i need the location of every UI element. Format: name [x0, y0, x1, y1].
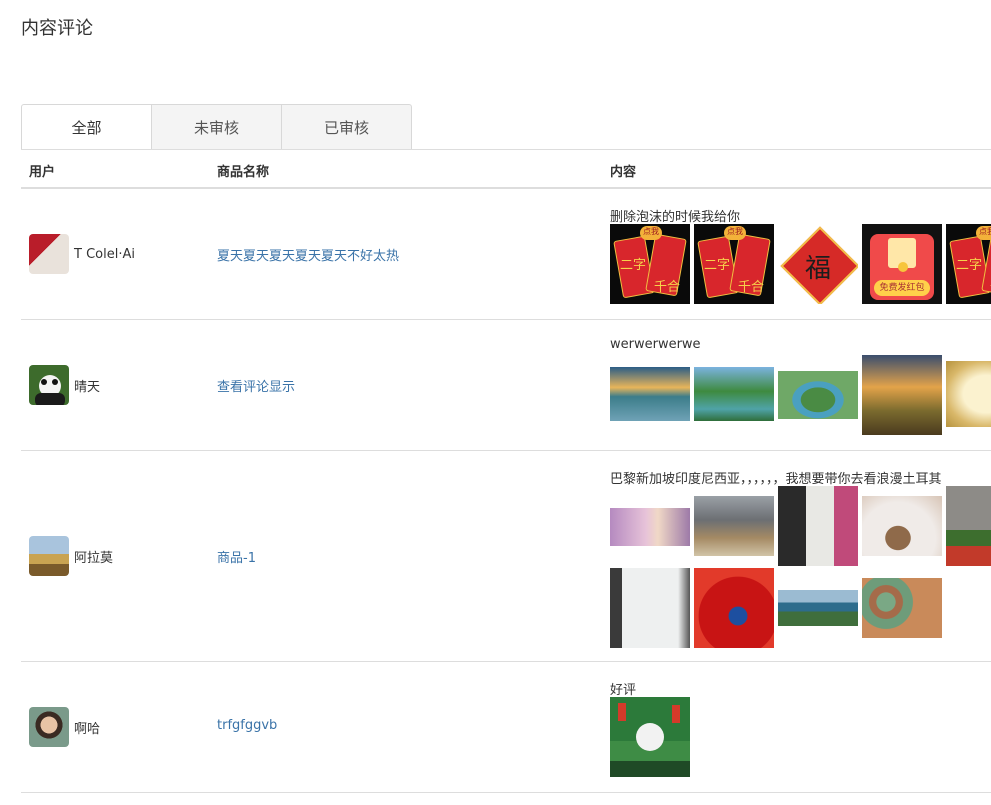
- tab-reviewed[interactable]: 已审核: [281, 104, 412, 149]
- user-name: 阿拉莫: [74, 550, 114, 566]
- comment-image[interactable]: [610, 367, 690, 421]
- comment-images: 点我 二字 千合 点我 二字 千合 福 免费发红包 点 二字: [610, 224, 991, 306]
- comments-table: 用户 商品名称 内容 T Colel·Ai 夏天夏天夏天夏天夏天不好太热 删除泡…: [21, 149, 991, 793]
- comment-image[interactable]: 点我 二字 千合: [694, 224, 774, 304]
- table-row: T Colel·Ai 夏天夏天夏天夏天夏天不好太热 删除泡沫的时候我给你 点我 …: [21, 189, 991, 320]
- comment-image[interactable]: 免费发红包: [862, 224, 942, 304]
- comment-image[interactable]: [610, 508, 690, 546]
- review-status-tabs: 全部 未审核 已审核: [21, 104, 412, 150]
- user-name: T Colel·Ai: [74, 246, 135, 262]
- content-cell: 删除泡沫的时候我给你 点我 二字 千合 点我 二字 千合 福 免费发红包 点 二…: [610, 206, 991, 306]
- tab-all[interactable]: 全部: [21, 104, 152, 150]
- content-cell: werwerwerwe: [610, 337, 991, 437]
- header-product: 商品名称: [217, 165, 270, 180]
- content-cell: 好评: [610, 679, 991, 779]
- avatar: [29, 707, 69, 747]
- product-link[interactable]: trfgfggvb: [217, 718, 277, 733]
- comment-text: 巴黎新加坡印度尼西亚，，，，，，我想要带你去看浪漫土耳其: [610, 472, 942, 487]
- comment-image[interactable]: [694, 496, 774, 556]
- product-link[interactable]: 查看评论显示: [217, 376, 295, 395]
- comment-image[interactable]: [778, 486, 858, 566]
- page-title: 内容评论: [21, 18, 93, 39]
- comment-image[interactable]: [694, 367, 774, 421]
- user-name: 啊哈: [74, 721, 101, 737]
- table-row: 阿拉莫 商品-1 巴黎新加坡印度尼西亚，，，，，，我想要带你去看浪漫土耳其: [21, 451, 991, 662]
- table-header: 用户 商品名称 内容: [21, 150, 991, 189]
- comment-text: 好评: [610, 683, 637, 698]
- comment-images: [610, 697, 991, 779]
- comment-image[interactable]: [862, 355, 942, 435]
- comment-image[interactable]: 点我 二字 千合: [946, 224, 991, 304]
- table-row: 晴天 查看评论显示 werwerwerwe: [21, 320, 991, 451]
- user-name: 晴天: [74, 379, 101, 395]
- user-cell: 啊哈: [29, 707, 100, 747]
- product-link[interactable]: 商品-1: [217, 547, 256, 566]
- comment-image[interactable]: [778, 371, 858, 419]
- comment-image[interactable]: [862, 578, 942, 638]
- content-cell: 巴黎新加坡印度尼西亚，，，，，，我想要带你去看浪漫土耳其: [610, 468, 991, 648]
- comment-image[interactable]: [778, 590, 858, 626]
- comment-image[interactable]: [610, 697, 690, 777]
- tab-unreviewed[interactable]: 未审核: [151, 104, 282, 149]
- comment-image[interactable]: [946, 486, 991, 566]
- avatar: [29, 365, 69, 405]
- user-cell: 晴天: [29, 365, 100, 405]
- comment-text: 删除泡沫的时候我给你: [610, 210, 741, 225]
- user-cell: T Colel·Ai: [29, 234, 135, 274]
- header-content: 内容: [610, 165, 637, 180]
- comment-image[interactable]: 点我 二字 千合: [610, 224, 690, 304]
- comment-image[interactable]: [946, 361, 991, 427]
- header-user: 用户: [29, 165, 56, 180]
- comment-image[interactable]: [610, 568, 690, 648]
- product-link[interactable]: 夏天夏天夏天夏天夏天不好太热: [217, 245, 399, 264]
- comment-image[interactable]: [862, 496, 942, 556]
- comment-images: [610, 355, 991, 437]
- user-cell: 阿拉莫: [29, 536, 113, 576]
- comment-image[interactable]: [694, 568, 774, 648]
- table-row: 啊哈 trfgfggvb 好评: [21, 662, 991, 793]
- comment-text: werwerwerwe: [610, 337, 701, 352]
- comment-images: [610, 486, 991, 648]
- avatar: [29, 234, 69, 274]
- comment-image[interactable]: 福: [778, 224, 858, 304]
- avatar: [29, 536, 69, 576]
